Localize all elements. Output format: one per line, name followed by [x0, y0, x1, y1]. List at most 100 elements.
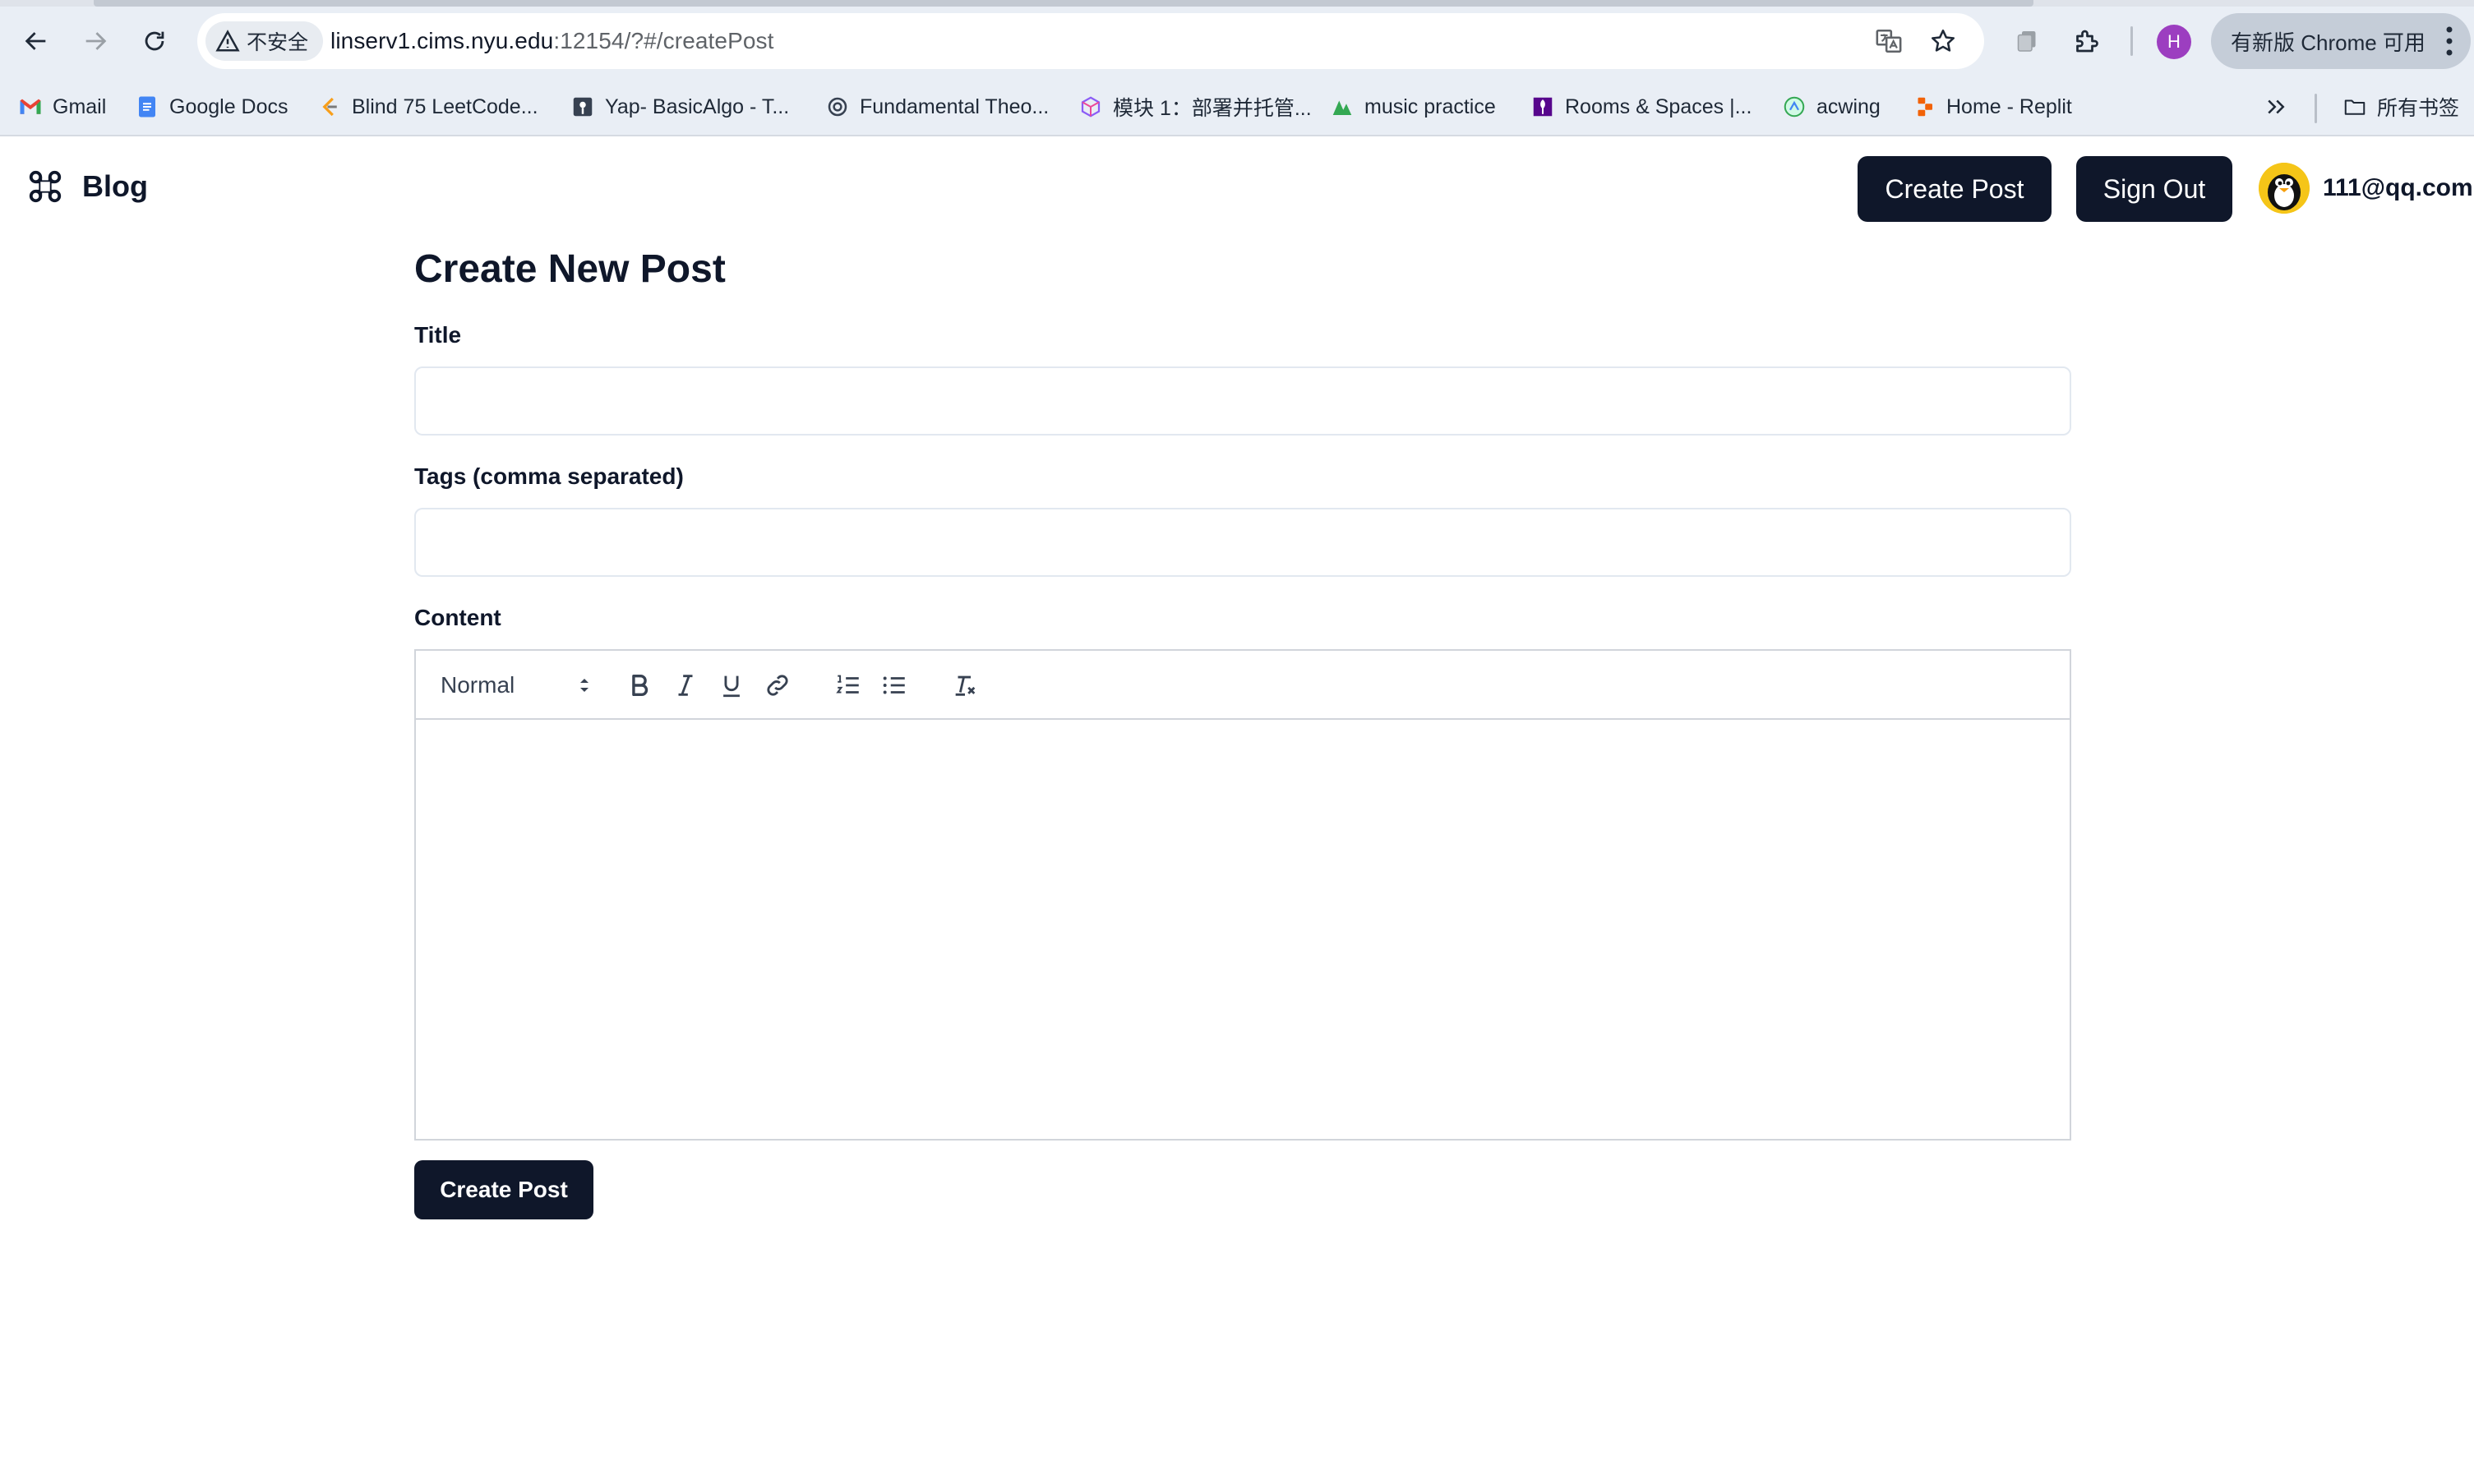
copy-icon [2017, 31, 2036, 52]
bullet-list-button[interactable] [876, 667, 912, 703]
bookmark-label: Blind 75 LeetCode... [352, 94, 538, 118]
translate-button[interactable] [1871, 23, 1907, 59]
warning-icon [215, 30, 240, 52]
bookmark-label: Home - Replit [1946, 94, 2072, 118]
back-button[interactable] [13, 18, 59, 64]
penguin-avatar-icon [2259, 163, 2310, 214]
app-header: Blog Create Post Sign Out 111@qq.com [0, 138, 2474, 240]
gmail-icon [18, 94, 43, 119]
forward-button[interactable] [72, 18, 118, 64]
link-button[interactable] [759, 667, 796, 703]
user-email: 111@qq.com [2323, 174, 2473, 201]
update-chrome-button[interactable]: 有新版 Chrome 可用 [2211, 13, 2471, 69]
bookmark-acwing[interactable]: acwing [1782, 87, 1881, 127]
link-icon [767, 675, 788, 696]
bookmark-rooms[interactable]: Rooms & Spaces |... [1530, 87, 1752, 127]
replit-icon [1912, 94, 1936, 119]
bullet-list-icon [883, 676, 905, 694]
clear-format-button[interactable] [947, 667, 983, 703]
all-bookmarks-label: 所有书签 [2377, 97, 2460, 120]
nyu-icon [1530, 94, 1555, 119]
user-avatar[interactable] [2259, 163, 2310, 214]
update-label: 有新版 Chrome 可用 [2231, 30, 2426, 55]
updown-chevron-icon [580, 679, 588, 692]
create-post-nav-button[interactable]: Create Post [1858, 156, 2052, 222]
reload-icon [145, 31, 164, 51]
bookmark-music[interactable]: music practice [1330, 87, 1496, 127]
italic-icon [678, 675, 693, 696]
security-label: 不安全 [247, 31, 309, 54]
all-bookmarks-button[interactable]: 所有书签 [2342, 87, 2459, 127]
tab-search-button[interactable] [2007, 21, 2047, 61]
sign-out-button[interactable]: Sign Out [2076, 156, 2232, 222]
bookmark-star-button[interactable] [1925, 23, 1961, 59]
rich-text-editor: Normal [414, 649, 2071, 1141]
toolbar-divider [2130, 26, 2133, 56]
tab-strip [0, 0, 2474, 7]
ordered-list-button[interactable] [830, 667, 866, 703]
security-chip[interactable]: 不安全 [205, 21, 324, 61]
back-arrow-icon [25, 32, 46, 50]
bold-icon [632, 674, 649, 697]
title-input[interactable] [414, 366, 2071, 436]
bookmark-replit[interactable]: Home - Replit [1912, 87, 2072, 127]
tags-input[interactable] [414, 508, 2071, 577]
google-docs-icon [135, 94, 159, 119]
title-label: Title [414, 322, 462, 348]
yap-icon [570, 94, 595, 119]
bookmark-label: 模块 1：部署并托管... [1113, 97, 1312, 120]
italic-button[interactable] [667, 667, 704, 703]
address-bar[interactable]: 不安全 linserv1.cims.nyu.edu:12154/?#/creat… [197, 13, 1984, 69]
bookmark-label: Rooms & Spaces |... [1565, 94, 1752, 118]
star-icon [1931, 29, 1955, 52]
more-menu-icon [2446, 26, 2453, 56]
underline-button[interactable] [713, 667, 750, 703]
editor-toolbar: Normal [416, 651, 2070, 720]
bookmark-google-docs[interactable]: Google Docs [135, 87, 288, 127]
url-path: :12154/?#/createPost [553, 28, 774, 53]
ordered-list-icon [836, 675, 859, 694]
bookmark-gmail[interactable]: Gmail [18, 87, 106, 127]
bookmark-label: music practice [1364, 94, 1496, 118]
clear-format-icon [955, 675, 976, 696]
active-tab[interactable] [94, 0, 2033, 7]
bookmark-label: Google Docs [169, 94, 288, 118]
bookmark-label: Fundamental Theo... [860, 94, 1050, 118]
url-host: linserv1.cims.nyu.edu [330, 28, 554, 53]
bookmark-blind75[interactable]: Blind 75 LeetCode... [317, 87, 538, 127]
bookmark-yap[interactable]: Yap- BasicAlgo - T... [570, 87, 789, 127]
brand-name: Blog [82, 169, 148, 203]
content-label: Content [414, 605, 501, 630]
editor-content-area[interactable] [416, 721, 2070, 1139]
format-select[interactable]: Normal [441, 667, 593, 703]
bookmark-fundamental[interactable]: Fundamental Theo... [825, 87, 1049, 127]
brand-link[interactable]: Blog [26, 168, 148, 205]
forward-arrow-icon [85, 32, 107, 50]
url-text[interactable]: linserv1.cims.nyu.edu:12154/?#/createPos… [330, 28, 774, 54]
create-post-submit-button[interactable]: Create Post [414, 1160, 593, 1219]
page-title: Create New Post [414, 247, 726, 291]
double-chevron-icon [2264, 94, 2288, 119]
folder-icon [2342, 94, 2367, 119]
bookmarks-overflow-button[interactable] [2264, 87, 2288, 127]
profile-avatar[interactable]: H [2157, 25, 2191, 59]
browser-chrome: 不安全 linserv1.cims.nyu.edu:12154/?#/creat… [0, 0, 2474, 136]
reload-button[interactable] [132, 18, 178, 64]
bookmark-module1[interactable]: 模块 1：部署并托管... [1078, 87, 1312, 127]
acwing-icon [1782, 94, 1807, 119]
tags-label: Tags (comma separated) [414, 463, 684, 489]
format-select-value: Normal [441, 672, 515, 698]
extensions-button[interactable] [2066, 21, 2106, 61]
music-icon [1330, 94, 1355, 119]
translate-icon [1876, 29, 1902, 53]
bookmark-label: Yap- BasicAlgo - T... [605, 94, 790, 118]
underline-icon [723, 675, 740, 698]
puzzle-icon [2076, 30, 2098, 53]
cube-icon [1078, 94, 1103, 119]
bookmark-label: acwing [1816, 94, 1881, 118]
bookmarks-bar: Gmail Google Docs Blind 75 LeetCode... Y… [0, 87, 2474, 127]
bookmarks-divider [2315, 94, 2317, 123]
bold-button[interactable] [621, 667, 658, 703]
leetcode-icon [317, 94, 342, 119]
openai-icon [825, 94, 850, 119]
